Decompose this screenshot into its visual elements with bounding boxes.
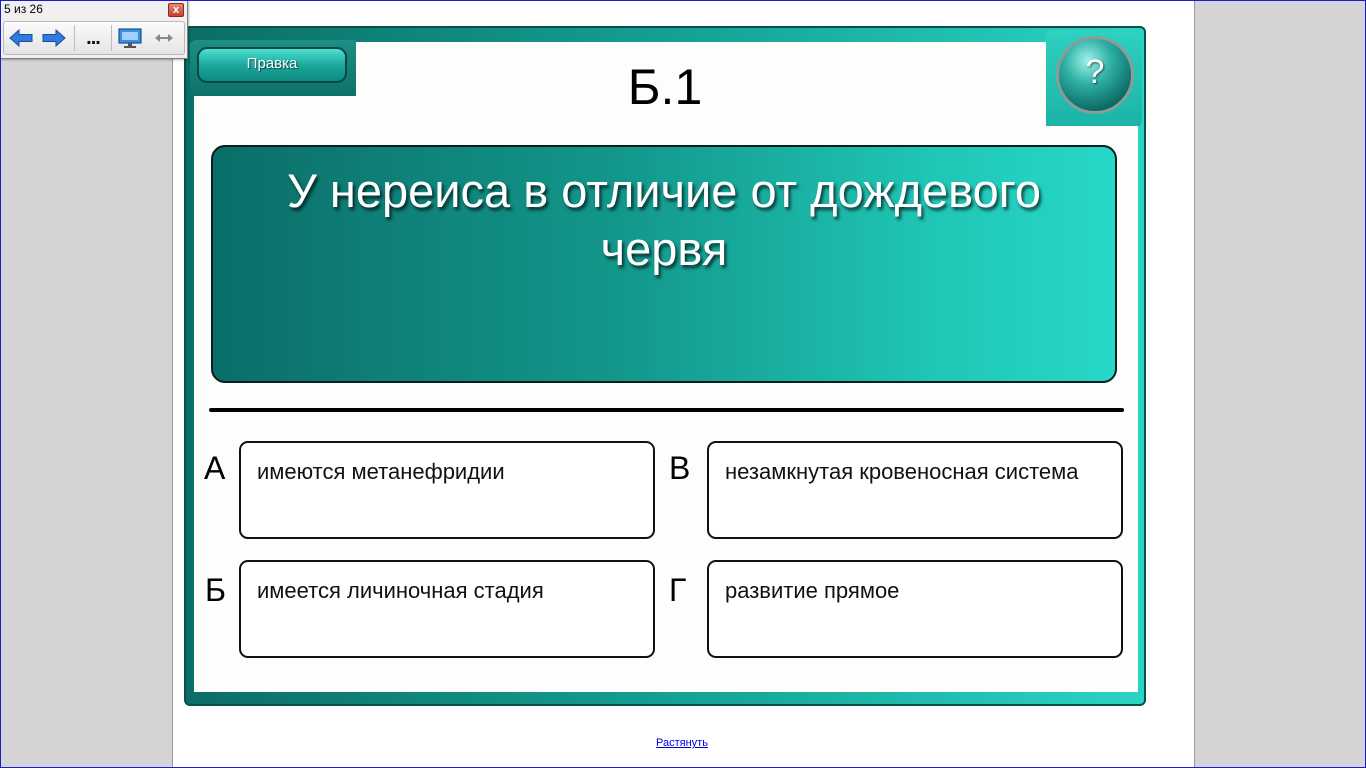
divider <box>209 408 1124 412</box>
arrow-right-icon <box>42 28 66 48</box>
slide-counter: 5 из 26 <box>4 2 43 16</box>
slide-left-panel <box>194 96 364 130</box>
stretch-link[interactable]: Растянуть <box>656 737 708 749</box>
answer-text: имеются метанефридии <box>257 459 505 484</box>
answer-letter-g: Г <box>669 572 687 608</box>
arrow-left-icon <box>9 28 33 48</box>
answer-letter-v: В <box>669 450 691 486</box>
answer-option-v[interactable]: незамкнутая кровеносная система <box>707 441 1123 539</box>
answer-text: развитие прямое <box>725 578 900 603</box>
help-button[interactable]: ? <box>1056 36 1134 114</box>
slide-title: Б.1 <box>627 59 703 115</box>
toolbar-separator <box>111 25 112 51</box>
next-slide-button[interactable] <box>40 25 68 51</box>
toolbar-separator <box>74 25 75 51</box>
slideshow-button[interactable] <box>116 25 144 51</box>
answer-letter-a: А <box>204 450 226 486</box>
resize-horizontal-icon <box>155 34 173 42</box>
answer-text: незамкнутая кровеносная система <box>725 459 1079 484</box>
answer-text: имеется личиночная стадия <box>257 578 544 603</box>
edit-button[interactable]: Правка <box>197 47 347 83</box>
answer-option-a[interactable]: имеются метанефридии <box>239 441 655 539</box>
answer-option-b[interactable]: имеется личиночная стадия <box>239 560 655 658</box>
answer-letter-b: Б <box>205 572 226 608</box>
slideshow-monitor-icon <box>118 28 142 48</box>
slide-navigation-toolbar: 5 из 26 x ... <box>0 0 188 59</box>
fit-width-button[interactable] <box>150 25 178 51</box>
more-icon: ... <box>86 27 101 49</box>
toolbar-buttons: ... <box>3 21 185 55</box>
more-options-button[interactable]: ... <box>79 25 107 51</box>
previous-slide-button[interactable] <box>7 25 35 51</box>
question-text: У нереиса в отличие от дождевого червя <box>286 164 1042 275</box>
answer-option-g[interactable]: развитие прямое <box>707 560 1123 658</box>
close-button[interactable]: x <box>168 3 184 17</box>
